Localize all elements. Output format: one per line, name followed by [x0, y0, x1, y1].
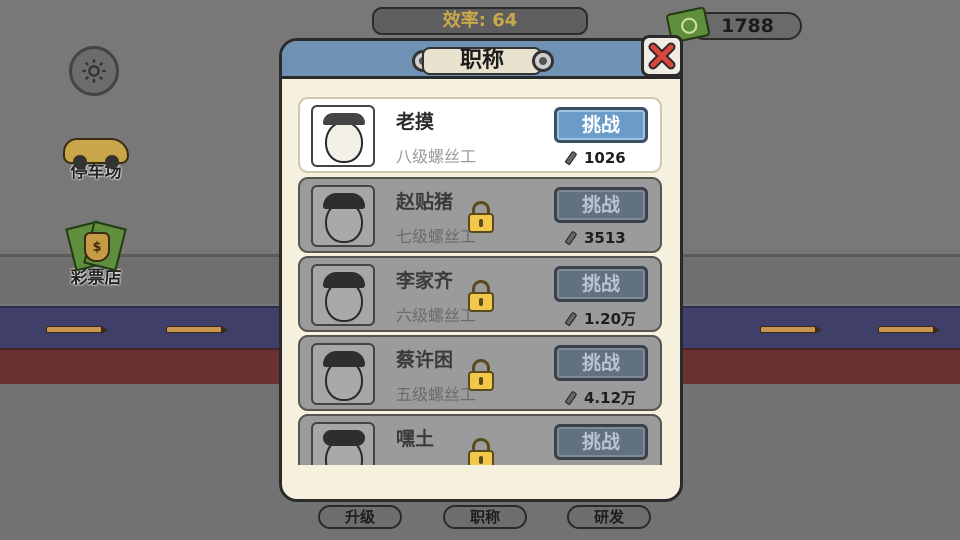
rank-list[interactable]: 老摸 八级螺丝工 挑战 1026 赵贴猪 七级螺丝工 挑战 3513 李家齐 六… [298, 97, 664, 465]
lottery-icon: $ [65, 220, 127, 272]
lock-icon [468, 201, 494, 233]
car-icon [63, 138, 129, 169]
screw-icon [564, 150, 578, 166]
road-marking [166, 326, 228, 334]
character-avatar [311, 422, 375, 465]
challenge-button[interactable]: 挑战 [554, 266, 648, 302]
cost-value: 1.20万 [584, 310, 637, 328]
character-avatar [311, 264, 375, 326]
list-item: 老摸 八级螺丝工 挑战 1026 [298, 97, 662, 173]
challenge-cost: 4.12万 [564, 387, 637, 408]
character-name: 老摸 [396, 111, 435, 133]
tab-upgrade[interactable]: 升级 [318, 505, 402, 529]
lock-icon [468, 280, 494, 312]
screw-icon [564, 311, 578, 327]
title-dialog: 职称 老摸 八级螺丝工 挑战 1026 赵贴猪 七级螺丝工 挑战 3513 李家… [279, 38, 683, 502]
character-avatar [311, 105, 375, 167]
character-avatar [311, 343, 375, 405]
road-marking [878, 326, 940, 334]
challenge-cost: 3513 [564, 229, 626, 247]
lock-icon [468, 438, 494, 465]
cost-value: 1026 [584, 149, 626, 167]
list-item: 蔡许困 五级螺丝工 挑战 4.12万 [298, 335, 662, 411]
list-item: 赵贴猪 七级螺丝工 挑战 3513 [298, 177, 662, 253]
list-item: 嘿土 挑战 [298, 414, 662, 465]
efficiency-display: 效率: 64 [372, 7, 588, 35]
character-rank: 五级螺丝工 [396, 385, 477, 404]
challenge-cost: 1.20万 [564, 308, 637, 329]
screw-icon [564, 230, 578, 246]
character-avatar [311, 185, 375, 247]
character-rank: 六级螺丝工 [396, 306, 477, 325]
parking-lot-label: 停车场 [70, 162, 122, 182]
screw-icon [564, 390, 578, 406]
cost-value: 4.12万 [584, 389, 637, 407]
close-button[interactable] [641, 35, 683, 77]
tab-research[interactable]: 研发 [567, 505, 651, 529]
lottery-shop-button[interactable]: $ 彩票店 [56, 220, 136, 288]
dialog-header: 职称 [282, 41, 680, 79]
character-name: 嘿土 [396, 428, 435, 450]
gear-icon [82, 59, 106, 83]
bolt-icon [532, 50, 554, 72]
character-rank: 八级螺丝工 [396, 147, 477, 166]
character-name: 赵贴猪 [396, 191, 454, 213]
challenge-button[interactable]: 挑战 [554, 107, 648, 143]
lock-icon [468, 359, 494, 391]
challenge-button[interactable]: 挑战 [554, 424, 648, 460]
close-x-icon [648, 42, 676, 70]
road-marking [46, 326, 108, 334]
tab-title[interactable]: 职称 [443, 505, 527, 529]
lottery-shop-label: 彩票店 [70, 268, 122, 288]
challenge-button[interactable]: 挑战 [554, 187, 648, 223]
character-name: 李家齐 [396, 270, 454, 292]
parking-lot-button[interactable]: 停车场 [56, 138, 136, 182]
challenge-cost: 1026 [564, 149, 626, 167]
cost-value: 3513 [584, 229, 626, 247]
character-rank: 七级螺丝工 [396, 227, 477, 246]
settings-button[interactable] [69, 46, 119, 96]
money-bag-icon: $ [84, 232, 110, 262]
character-name: 蔡许困 [396, 349, 454, 371]
challenge-button[interactable]: 挑战 [554, 345, 648, 381]
dialog-title: 职称 [422, 47, 542, 75]
road-marking [760, 326, 822, 334]
list-item: 李家齐 六级螺丝工 挑战 1.20万 [298, 256, 662, 332]
